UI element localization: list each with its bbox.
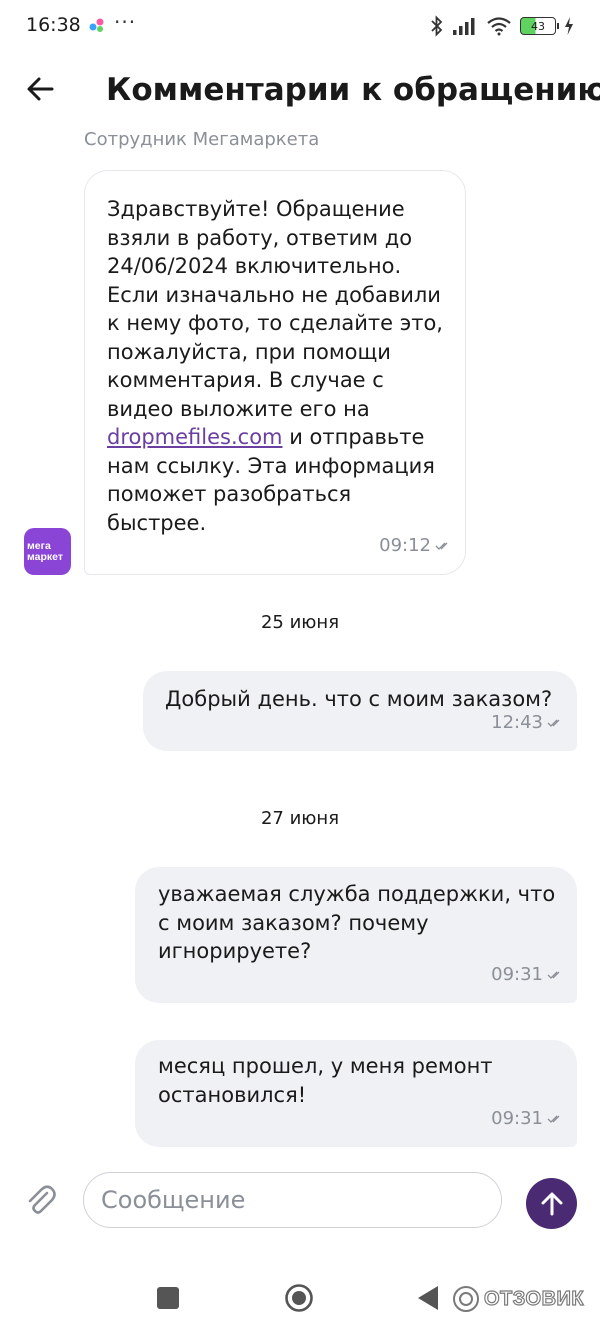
message-meta: 09:31 xyxy=(491,961,561,990)
avatar[interactable]: мега маркет xyxy=(24,528,71,575)
date-separator: 27 июня xyxy=(260,808,340,829)
message-meta: 09:31 xyxy=(491,1105,561,1134)
outgoing-message[interactable]: месяц прошел, у меня ремонт остановился!… xyxy=(135,1040,577,1147)
status-more-icon: ··· xyxy=(114,10,137,34)
outgoing-message[interactable]: уважаемая служба поддержки, что с моим з… xyxy=(135,867,577,1003)
message-time: 09:31 xyxy=(491,1107,543,1129)
message-composer xyxy=(0,1168,600,1234)
message-text: уважаемая служба поддержки, что с моим з… xyxy=(158,882,556,963)
watermark-logo-icon xyxy=(453,1286,479,1312)
send-button[interactable] xyxy=(526,1178,577,1229)
page-title: Комментарии к обращению xyxy=(106,72,600,108)
status-indicators: 43 xyxy=(430,14,574,38)
signal-icon xyxy=(453,18,475,35)
nav-back-icon[interactable] xyxy=(416,1284,440,1312)
paperclip-icon[interactable] xyxy=(24,1182,58,1218)
outgoing-message[interactable]: Добрый день. что с моим заказом? 12:43 xyxy=(143,671,577,751)
send-arrow-icon xyxy=(541,1192,562,1215)
message-time: 12:43 xyxy=(491,711,543,733)
incoming-message[interactable]: Здравствуйте! Обращение взяли в работу, … xyxy=(84,170,466,575)
message-time: 09:12 xyxy=(379,534,431,556)
nav-recents-icon[interactable] xyxy=(157,1287,179,1309)
nav-home-icon[interactable] xyxy=(284,1283,314,1313)
message-meta: 12:43 xyxy=(491,709,561,738)
date-separator: 25 июня xyxy=(260,612,340,633)
message-time: 09:31 xyxy=(491,963,543,985)
charging-icon xyxy=(565,17,573,35)
app-notification-icon xyxy=(89,18,104,32)
message-meta: 09:12 xyxy=(379,532,449,561)
watermark-text: ОТЗОВИК xyxy=(483,1287,585,1310)
status-bar: 16:38 ··· 43 xyxy=(0,0,600,52)
watermark: ОТЗОВИК xyxy=(452,1284,584,1314)
battery-icon: 43 xyxy=(520,17,559,35)
read-check-icon xyxy=(547,971,560,979)
bluetooth-icon xyxy=(431,15,443,37)
message-text: месяц прошел, у меня ремонт остановился! xyxy=(158,1054,493,1107)
message-input[interactable] xyxy=(83,1172,502,1228)
battery-level: 43 xyxy=(531,19,545,33)
read-check-icon xyxy=(547,719,560,727)
sender-name: Сотрудник Мегамаркета xyxy=(84,129,320,150)
message-text: Здравствуйте! Обращение взяли в работу, … xyxy=(107,197,443,535)
system-nav-bar: ОТЗОВИК xyxy=(0,1266,600,1334)
status-time: 16:38 xyxy=(26,14,81,36)
header: Комментарии к обращению xyxy=(0,60,600,126)
wifi-icon xyxy=(487,17,511,36)
read-check-icon xyxy=(547,1115,560,1123)
back-arrow-icon[interactable] xyxy=(24,72,58,106)
read-check-icon xyxy=(435,542,448,550)
message-link[interactable]: dropmefiles.com xyxy=(107,425,283,449)
